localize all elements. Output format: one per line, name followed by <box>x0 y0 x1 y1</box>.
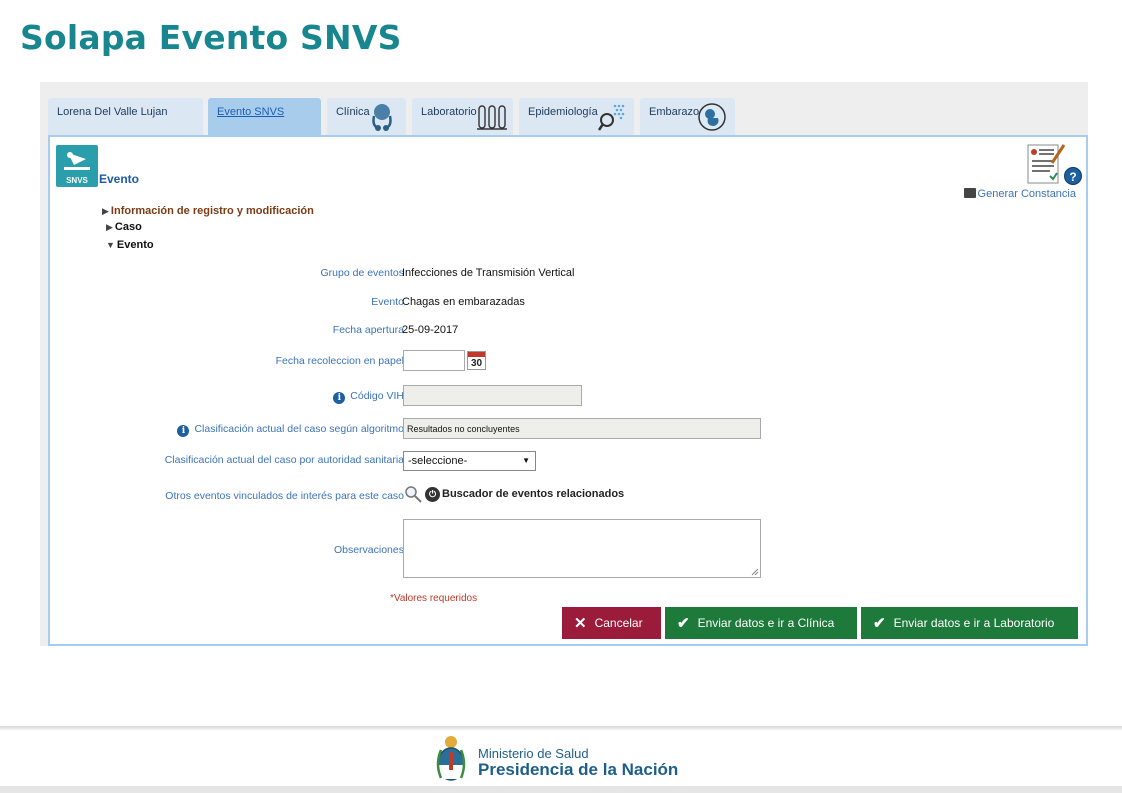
snvs-emblem-icon <box>64 152 90 170</box>
stethoscope-icon <box>372 104 392 131</box>
required-note: *Valores requeridos <box>390 593 478 604</box>
row-fecha-apertura: Fecha apertura 25-09-2017 <box>50 321 1090 341</box>
codigo-vih-label-wrap: i Código VIH <box>333 390 404 404</box>
info-icon[interactable]: i <box>333 392 346 404</box>
buscador-eventos-link[interactable]: Buscador de eventos relacionados <box>442 488 624 500</box>
row-clasif-algoritmo: i Clasificación actual del caso según alg… <box>50 418 1090 440</box>
check-icon: ✔ <box>873 615 886 632</box>
printer-icon <box>963 188 976 198</box>
fecha-apertura-value: 25-09-2017 <box>402 324 459 336</box>
fecha-recoleccion-label: Fecha recoleccion en papel <box>275 355 404 367</box>
tab-laboratorio[interactable]: Laboratorio <box>412 98 513 135</box>
help-icon[interactable]: ? <box>1064 167 1082 185</box>
calendar-icon[interactable]: 30 <box>467 351 486 370</box>
row-clasif-autoridad: Clasificación actual del caso por autori… <box>50 451 1090 472</box>
power-icon[interactable]: ⏻ <box>425 487 440 502</box>
grupo-eventos-label: Grupo de eventos <box>320 267 404 279</box>
panel-title: Evento <box>99 172 140 186</box>
row-fecha-recoleccion: Fecha recoleccion en papel 30 <box>50 350 1090 372</box>
tab-embarazo[interactable]: Embarazo <box>640 98 735 135</box>
row-evento: Evento Chagas en embarazadas <box>50 293 1090 313</box>
check-icon: ✔ <box>677 615 690 632</box>
chevron-down-icon: ▼ <box>522 456 530 465</box>
magnifier-icon <box>597 104 625 131</box>
clasif-autoridad-selected: -seleccione- <box>408 455 468 467</box>
report-document-icon[interactable] <box>1026 143 1066 185</box>
footer-divider <box>0 726 1122 730</box>
send-laboratorio-button[interactable]: ✔ Enviar datos e ir a Laboratorio <box>861 607 1078 639</box>
expand-arrow-icon: ▶ <box>102 206 109 216</box>
row-otros-eventos: Otros eventos vinculados de interés para… <box>50 485 1090 505</box>
fecha-apertura-label: Fecha apertura <box>332 324 404 336</box>
slide-title: Solapa Evento SNVS <box>20 18 402 57</box>
calendar-day: 30 <box>470 358 483 369</box>
generar-constancia-label: Generar Constancia <box>977 188 1076 200</box>
tab-patient[interactable]: Lorena Del Valle Lujan <box>48 98 203 135</box>
tab-clinica[interactable]: Clínica <box>327 98 406 135</box>
cancel-button[interactable]: ✕ Cancelar <box>562 607 661 639</box>
tab-label: Lorena Del Valle Lujan <box>57 106 168 118</box>
evento-value: Chagas en embarazadas <box>402 296 525 308</box>
fetus-icon <box>698 103 726 131</box>
national-emblem-icon <box>436 736 466 781</box>
tab-label: Laboratorio <box>421 106 477 118</box>
snvs-logo: SNVS <box>56 145 98 187</box>
test-tubes-icon <box>477 105 507 130</box>
resize-handle-icon[interactable] <box>751 568 759 576</box>
clasif-algoritmo-field: Resultados no concluyentes <box>403 418 761 439</box>
clasif-algoritmo-label-wrap: i Clasificación actual del caso según alg… <box>177 423 404 437</box>
tab-evento-snvs[interactable]: Evento SNVS <box>208 98 321 135</box>
ministerio-text: Ministerio de Salud <box>478 746 589 761</box>
collapse-arrow-icon: ▼ <box>106 240 115 250</box>
clasif-autoridad-label: Clasificación actual del caso por autori… <box>164 454 404 466</box>
send-laboratorio-label: Enviar datos e ir a Laboratorio <box>893 616 1055 630</box>
row-codigo-vih: i Código VIH <box>50 385 1090 407</box>
row-observaciones: Observaciones <box>50 519 1090 578</box>
presidencia-text: Presidencia de la Nación <box>478 760 679 779</box>
tree-info-label: Información de registro y modificación <box>110 205 314 217</box>
expand-arrow-icon: ▶ <box>106 222 113 232</box>
observaciones-label: Observaciones <box>333 544 404 556</box>
tree-evento[interactable]: ▼ Evento <box>106 239 154 251</box>
clasif-algoritmo-label: Clasificación actual del caso según algo… <box>194 423 404 435</box>
otros-eventos-label: Otros eventos vinculados de interés para… <box>165 490 404 502</box>
snvs-logo-text: SNVS <box>66 176 88 185</box>
tab-epidemiologia[interactable]: Epidemiología <box>519 98 634 135</box>
clasif-autoridad-select[interactable]: -seleccione- ▼ <box>403 451 536 471</box>
generar-constancia-link[interactable]: Generar Constancia <box>963 188 1076 200</box>
footer-bottom-bar <box>0 786 1122 793</box>
observaciones-textarea[interactable] <box>403 519 761 578</box>
search-icon[interactable] <box>404 485 424 503</box>
send-clinica-button[interactable]: ✔ Enviar datos e ir a Clínica <box>665 607 857 639</box>
tree-evento-label: Evento <box>116 239 154 251</box>
grupo-eventos-value: Infecciones de Transmisión Vertical <box>402 267 575 279</box>
fecha-recoleccion-input[interactable] <box>403 350 465 371</box>
cancel-button-label: Cancelar <box>594 616 643 630</box>
tab-label: Epidemiología <box>528 106 598 118</box>
tab-label: Evento SNVS <box>217 106 285 118</box>
send-clinica-label: Enviar datos e ir a Clínica <box>697 616 835 630</box>
tree-caso[interactable]: ▶ Caso <box>106 221 142 233</box>
tab-label: Embarazo <box>649 106 700 118</box>
codigo-vih-label: Código VIH <box>350 390 404 402</box>
row-grupo-eventos: Grupo de eventos Infecciones de Transmis… <box>50 264 1090 284</box>
info-icon[interactable]: i <box>177 425 190 437</box>
close-icon: ✕ <box>574 615 587 632</box>
evento-panel: SNVS Evento ? Generar Constancia ▶ Inform… <box>48 135 1088 646</box>
codigo-vih-input[interactable] <box>403 385 582 406</box>
evento-label: Evento <box>371 296 404 308</box>
tab-label: Clínica <box>336 106 370 118</box>
app-frame: Lorena Del Valle Lujan Evento SNVS Clíni… <box>40 82 1088 646</box>
tree-caso-label: Caso <box>114 221 142 233</box>
tree-info-registro[interactable]: ▶ Información de registro y modificación <box>102 205 314 217</box>
